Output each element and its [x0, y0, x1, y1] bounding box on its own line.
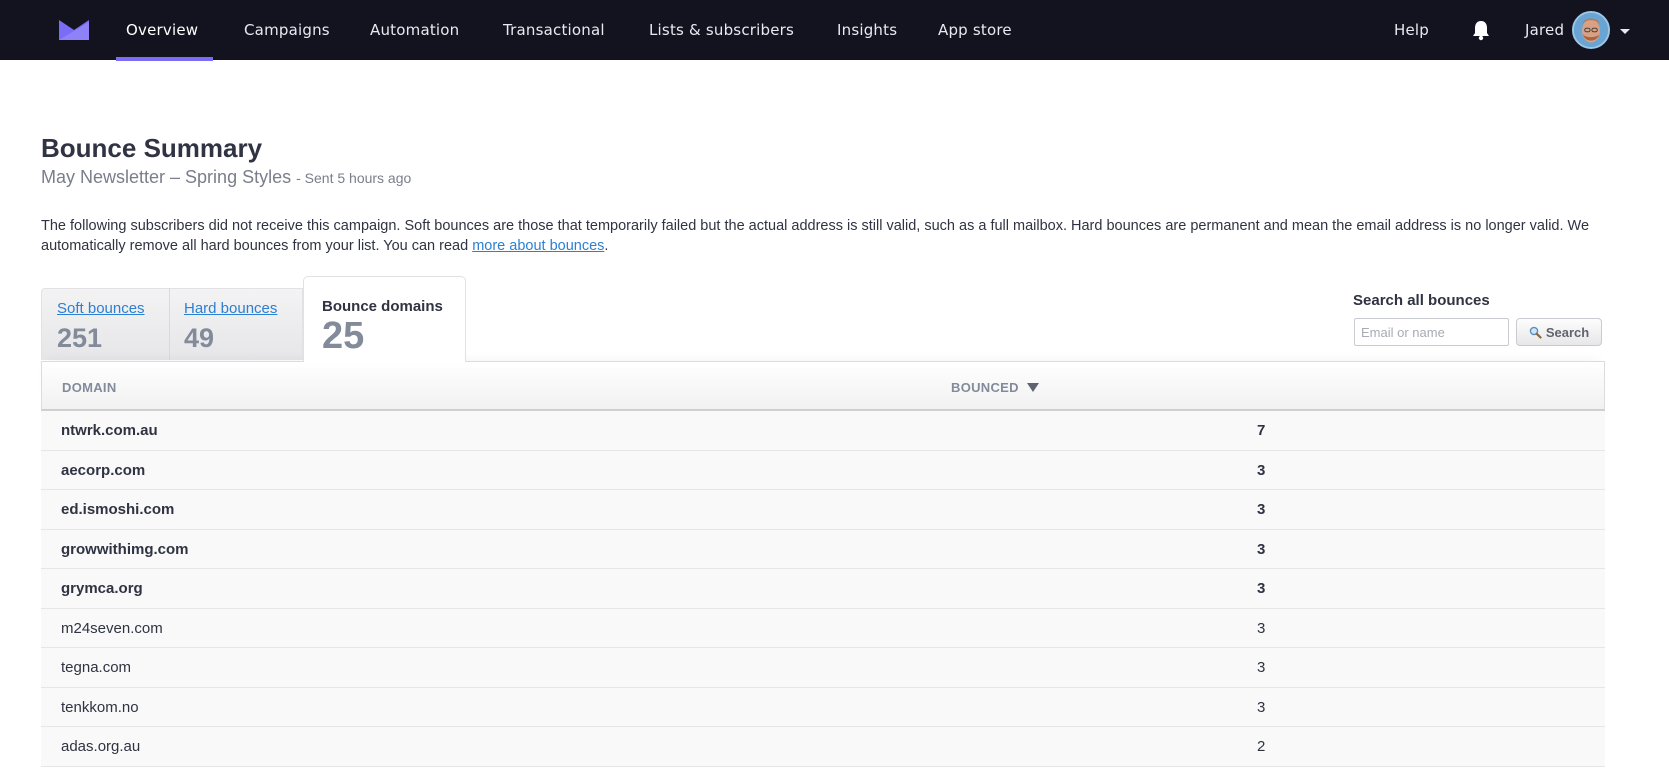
column-header-bounced-label: BOUNCED — [951, 380, 1019, 395]
mail-logo-icon[interactable] — [59, 20, 89, 40]
search-button-label: Search — [1545, 324, 1590, 340]
nav-item-campaigns[interactable]: Campaigns — [244, 0, 330, 60]
bounce-domains-table: DOMAIN BOUNCED ntwrk.com.au 7 aecorp.com 3 e… — [41, 361, 1605, 767]
table-row[interactable]: aecorp.com 3 — [41, 450, 1605, 490]
bounced-count-cell: 3 — [1257, 619, 1266, 637]
sent-info: - Sent 5 hours ago — [296, 170, 412, 186]
domain-cell: tegna.com — [61, 659, 132, 676]
hard-bounces-count: 49 — [184, 323, 215, 353]
table-header: DOMAIN BOUNCED — [41, 361, 1605, 411]
column-header-bounced[interactable]: BOUNCED — [951, 380, 1039, 395]
more-about-bounces-link[interactable]: more about bounces — [472, 238, 604, 254]
nav-item-automation[interactable]: Automation — [370, 0, 459, 60]
bounced-count-cell: 3 — [1257, 501, 1266, 518]
user-name[interactable]: Jared — [1525, 0, 1564, 60]
tab-bounce-domains-label: Bounce domains — [322, 298, 443, 315]
table-row[interactable]: m24seven.com 3 — [41, 608, 1605, 648]
campaign-name: May Newsletter – Spring Styles — [41, 167, 292, 187]
nav-item-overview[interactable]: Overview — [126, 0, 198, 60]
domain-cell: tenkkom.no — [61, 698, 139, 716]
bounced-count-cell: 3 — [1257, 461, 1266, 479]
table-body: ntwrk.com.au 7 aecorp.com 3 ed.ismoshi.com 3 g… — [41, 411, 1605, 767]
nav-item-lists-subscribers[interactable]: Lists & subscribers — [649, 0, 794, 60]
bounced-count-cell: 3 — [1257, 698, 1266, 716]
campaign-subtitle: May Newsletter – Spring Styles - Sent 5 … — [41, 167, 411, 188]
domain-cell: adas.org.au — [61, 738, 141, 755]
table-row[interactable]: growwithimg.com 3 — [41, 529, 1605, 569]
domain-cell: m24seven.com — [61, 619, 163, 637]
user-photo-icon — [1574, 13, 1608, 47]
tab-hard-bounces-link[interactable]: Hard bounces — [184, 300, 277, 317]
domain-cell: ed.ismoshi.com — [61, 501, 175, 518]
table-row[interactable]: ed.ismoshi.com 3 — [41, 490, 1605, 530]
table-row[interactable]: grymca.org 3 — [41, 569, 1605, 609]
notifications-bell-icon[interactable] — [1470, 19, 1492, 41]
domain-cell: grymca.org — [61, 580, 143, 597]
table-row[interactable]: ntwrk.com.au 7 — [41, 411, 1605, 451]
tab-soft-bounces-link[interactable]: Soft bounces — [57, 300, 145, 317]
top-navigation-bar: Overview Campaigns Automation Transactio… — [0, 0, 1669, 61]
search-label: Search all bounces — [1353, 292, 1490, 309]
domain-cell: aecorp.com — [61, 461, 146, 479]
nav-item-insights[interactable]: Insights — [837, 0, 897, 60]
domain-cell: ntwrk.com.au — [61, 422, 158, 439]
table-row[interactable]: adas.org.au 2 — [41, 727, 1605, 767]
bounced-count-cell: 3 — [1257, 540, 1266, 558]
magnifier-icon — [1529, 326, 1542, 339]
bounce-description: The following subscribers did not receiv… — [41, 216, 1601, 256]
nav-item-app-store[interactable]: App store — [938, 0, 1012, 60]
tab-hard-bounces[interactable]: Hard bounces 49 — [168, 288, 293, 360]
tab-soft-bounces[interactable]: Soft bounces 251 — [41, 288, 161, 360]
search-button[interactable]: Search — [1516, 318, 1602, 346]
domain-cell: growwithimg.com — [61, 540, 189, 558]
user-avatar[interactable] — [1572, 11, 1610, 49]
table-row[interactable]: tenkkom.no 3 — [41, 687, 1605, 727]
bounced-count-cell: 3 — [1257, 580, 1266, 597]
table-row[interactable]: tegna.com 3 — [41, 648, 1605, 688]
bounced-count-cell: 2 — [1257, 738, 1266, 755]
column-header-domain[interactable]: DOMAIN — [62, 380, 117, 395]
soft-bounces-count: 251 — [57, 323, 103, 353]
description-end: . — [604, 238, 609, 254]
description-text: The following subscribers did not receiv… — [41, 218, 1590, 254]
page-title: Bounce Summary — [41, 133, 263, 163]
nav-item-transactional[interactable]: Transactional — [503, 0, 605, 60]
user-menu-caret-icon[interactable] — [1620, 29, 1630, 34]
sort-descending-icon — [1026, 383, 1039, 392]
active-nav-indicator — [116, 57, 213, 61]
search-input[interactable] — [1354, 318, 1509, 346]
bounce-domains-count: 25 — [322, 315, 365, 357]
tab-bounce-domains[interactable]: Bounce domains 25 — [303, 276, 466, 362]
bounced-count-cell: 3 — [1257, 659, 1266, 676]
help-link[interactable]: Help — [1394, 0, 1429, 60]
bounced-count-cell: 7 — [1257, 422, 1266, 439]
